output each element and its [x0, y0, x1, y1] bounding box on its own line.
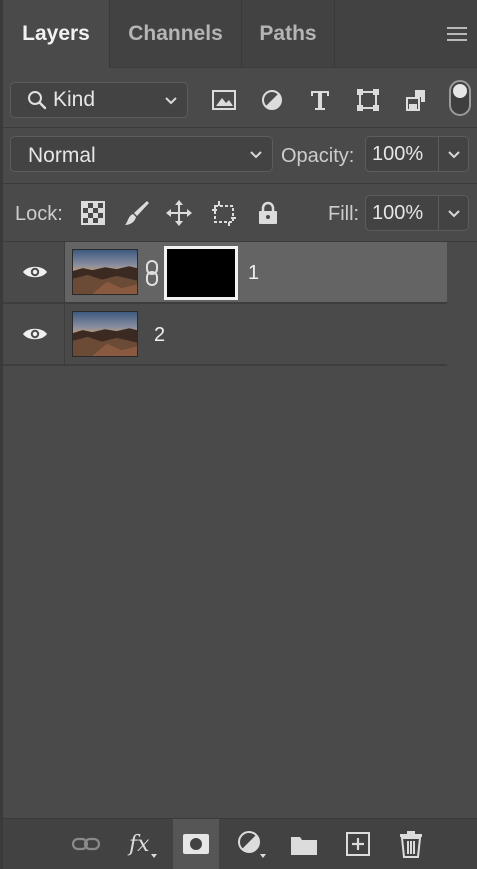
opacity-dropdown-button[interactable] — [439, 136, 469, 172]
adjustment-layer-icon[interactable] — [236, 829, 266, 859]
shape-filter-icon[interactable] — [355, 88, 381, 112]
tab-bar: Layers Channels Paths — [3, 0, 477, 68]
filter-row: Kind — [3, 68, 477, 128]
lock-image-pixels-icon[interactable] — [123, 199, 151, 227]
lock-row: Lock: Fill: 100% — [3, 184, 477, 242]
bottom-toolbar: fx — [3, 818, 477, 869]
fill-dropdown-button[interactable] — [439, 195, 469, 231]
svg-text:fx: fx — [127, 832, 150, 857]
new-group-icon[interactable] — [289, 829, 319, 859]
chevron-down-icon — [165, 97, 177, 105]
layer-row-1[interactable]: 1 — [3, 242, 447, 304]
blend-mode-select[interactable]: Normal — [10, 136, 273, 172]
visibility-toggle[interactable] — [3, 304, 65, 364]
tab-channels[interactable]: Channels — [110, 0, 242, 68]
adjustment-filter-icon[interactable] — [259, 88, 285, 112]
smart-object-filter-icon[interactable] — [403, 88, 429, 112]
add-mask-button[interactable] — [173, 819, 219, 869]
fx-icon[interactable]: fx — [127, 829, 157, 859]
layers-list: 1 2 — [3, 242, 477, 818]
toggle-knob — [453, 84, 467, 98]
visibility-toggle[interactable] — [3, 242, 65, 302]
link-layers-icon[interactable] — [71, 829, 101, 859]
tab-layers[interactable]: Layers — [3, 0, 110, 68]
type-filter-icon[interactable] — [307, 88, 333, 112]
new-layer-icon[interactable] — [343, 829, 373, 859]
tab-paths[interactable]: Paths — [242, 0, 335, 68]
chevron-down-icon — [250, 151, 262, 159]
delete-icon[interactable] — [396, 829, 426, 859]
opacity-input[interactable]: 100% — [365, 136, 439, 172]
panel-menu-icon[interactable] — [447, 26, 467, 42]
lock-transparent-pixels-icon[interactable] — [79, 199, 107, 227]
blend-row: Normal Opacity: 100% — [3, 128, 477, 184]
add-mask-icon — [183, 834, 209, 854]
layer-name: 2 — [154, 324, 166, 346]
fill-label: Fill: — [328, 203, 360, 225]
opacity-label: Opacity: — [281, 145, 355, 167]
chevron-down-icon — [448, 210, 460, 218]
layers-panel: Layers Channels Paths Kind Normal Opacit… — [0, 0, 477, 869]
image-filter-icon[interactable] — [211, 88, 237, 112]
layer-thumbnail — [72, 249, 138, 295]
lock-artboard-icon[interactable] — [210, 199, 238, 227]
filter-kind-label: Kind — [53, 88, 96, 111]
layer-row-2[interactable]: 2 — [3, 304, 447, 366]
lock-position-icon[interactable] — [165, 199, 193, 227]
lock-label: Lock: — [15, 203, 63, 225]
fill-input[interactable]: 100% — [365, 195, 439, 231]
chevron-down-icon — [448, 151, 460, 159]
eye-icon — [23, 328, 47, 340]
link-chain-icon[interactable] — [144, 259, 160, 287]
search-icon — [28, 91, 47, 110]
blend-mode-label: Normal — [28, 144, 96, 167]
lock-all-icon[interactable] — [254, 199, 282, 227]
eye-icon — [23, 266, 47, 278]
layer-name: 1 — [248, 262, 260, 284]
filter-kind-select[interactable]: Kind — [10, 82, 188, 118]
filter-toggle-switch[interactable] — [449, 80, 471, 116]
layer-thumbnail — [72, 311, 138, 357]
layer-mask-thumbnail[interactable] — [164, 246, 238, 300]
